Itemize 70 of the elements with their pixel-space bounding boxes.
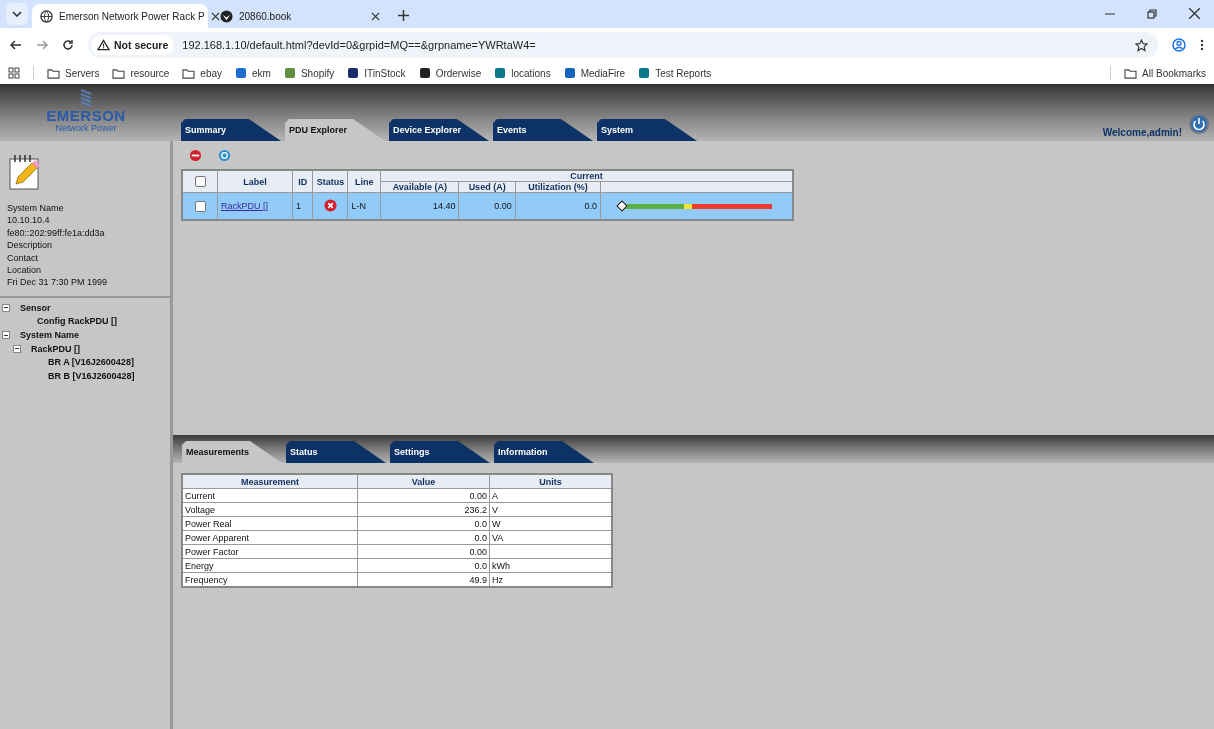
column-header: Status [313, 170, 348, 193]
system-info-line: Location [7, 264, 43, 277]
table-cell: Energy [182, 558, 358, 573]
table-cell: 236.2 [357, 502, 490, 517]
bookmark-item[interactable]: ekm [235, 67, 271, 79]
table-cell: Power Apparent [182, 530, 358, 545]
table-cell: 14.40 [380, 192, 459, 220]
nav-tab[interactable]: Summary [181, 119, 281, 141]
column-header: Measurement [182, 474, 358, 489]
url-text: 192.168.1.10/default.html?devId=0&grpid=MQ==&grpname=YWRtaW4= [182, 39, 536, 51]
table-cell: 0.0 [357, 558, 490, 573]
nav-tab[interactable]: PDU Explorer [285, 119, 385, 141]
nav-tab[interactable]: Events [493, 119, 593, 141]
table-cell: Current [182, 488, 358, 503]
security-chip[interactable]: Not secure [91, 35, 175, 55]
system-info-line: Fri Dec 31 7:30 PM 1999 [7, 276, 109, 289]
column-header: Value [357, 474, 490, 489]
tree-item[interactable]: Sensor [20, 302, 51, 313]
column-header: Available (A) [380, 181, 459, 193]
system-info-line: fe80::202:99ff:fe1a:dd3a [7, 226, 106, 240]
system-info-line: Description [7, 239, 54, 252]
bookmark-item[interactable]: Shopify [283, 67, 335, 79]
detail-tab[interactable]: Settings [390, 441, 490, 463]
pdu-row[interactable]: RackPDU [] 1 L-N 14.40 0.00 0.0 [182, 192, 793, 220]
table-cell: 0.0 [357, 516, 490, 531]
system-info-line: 10.10.10.4 [7, 214, 51, 227]
column-header: Utilization (%) [515, 181, 601, 193]
detail-tab[interactable]: Information [494, 441, 594, 463]
table-cell: Frequency [182, 572, 358, 587]
table-cell: Power Real [182, 516, 358, 531]
bookmark-item[interactable]: locations [494, 67, 551, 79]
nav-tab[interactable]: Device Explorer [389, 119, 489, 141]
tree-item[interactable]: System Name [20, 330, 80, 341]
tab-title: Emerson Network Power Rack P [59, 10, 205, 22]
column-header: Used (A) [458, 181, 516, 193]
column-group-header: Current [380, 170, 793, 182]
table-cell: 0.00 [357, 544, 490, 559]
detail-tab[interactable]: Measurements [182, 441, 282, 463]
bookmark-item[interactable]: ebay [182, 67, 223, 79]
bookmark-item[interactable]: ITinStock [347, 67, 406, 79]
bookmark-item[interactable]: Test Reports [638, 67, 712, 79]
bookmark-item[interactable]: Servers [47, 67, 100, 79]
system-info-line: System Name [7, 202, 65, 215]
bookmark-item[interactable]: resource [112, 67, 170, 79]
table-cell: Power Factor [182, 544, 358, 559]
browser-tab[interactable]: 20860.book [212, 4, 388, 28]
detail-tab[interactable]: Status [286, 441, 386, 463]
table-cell: 0.00 [357, 488, 490, 503]
tree-item[interactable]: BR A [V16J2600428] [48, 357, 134, 368]
table-cell: 0.0 [515, 192, 601, 220]
table-cell: 0.0 [357, 530, 490, 545]
system-info-line: Contact [7, 251, 40, 265]
logo-name: EMERSON [46, 108, 126, 123]
bookmark-item[interactable]: Orderwise [418, 67, 482, 79]
column-header: Line [348, 170, 381, 193]
address-bar[interactable]: Not secure 192.168.1.10/default.html?devId=0&grpid=MQ==&grpname=YWRtaW4= [88, 32, 1158, 58]
bookmark-item[interactable]: MediaFire [563, 67, 626, 79]
column-header: Units [489, 474, 612, 489]
logo-subtitle: Network Power [55, 123, 117, 133]
tree-item[interactable]: BR B [V16J2600428] [48, 371, 135, 382]
nav-tab[interactable]: System [597, 119, 697, 141]
welcome-text: Welcome,admin! [1102, 127, 1182, 138]
column-header: ID [292, 170, 313, 193]
column-header: Label [217, 170, 293, 193]
all-bookmarks-item[interactable]: All Bookmarks [1124, 67, 1206, 79]
security-label: Not secure [114, 39, 169, 51]
tree-item[interactable]: Config RackPDU [] [37, 316, 117, 327]
tab-title: 20860.book [239, 10, 293, 22]
tree-item[interactable]: RackPDU [] [31, 343, 80, 354]
table-cell: Voltage [182, 502, 358, 517]
